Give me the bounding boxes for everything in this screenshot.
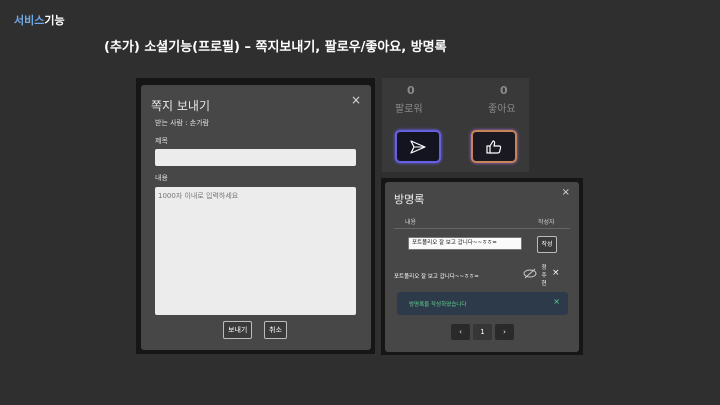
column-header-content: 내용 bbox=[405, 219, 417, 226]
pagination-next-button[interactable]: › bbox=[495, 324, 514, 340]
close-icon[interactable]: × bbox=[553, 297, 560, 306]
close-icon[interactable]: × bbox=[562, 187, 570, 198]
column-header-author: 작성자 bbox=[538, 219, 555, 226]
cancel-button[interactable]: 취소 bbox=[264, 321, 287, 339]
divider bbox=[394, 228, 570, 229]
write-button[interactable]: 작성 bbox=[537, 236, 557, 253]
guestbook-modal: 방명록 × 내용 작성자 포트폴리오 잘 보고 갑니다~~ㅎㅎ= 작성 포트폴리… bbox=[385, 182, 579, 352]
section-label: 서비스기능 bbox=[14, 12, 65, 28]
success-toast: 방명록을 작성하였습니다 × bbox=[397, 292, 568, 315]
subject-label: 제목 bbox=[155, 137, 168, 145]
followers-count: 0 bbox=[407, 84, 415, 97]
guestbook-entry-text: 포트폴리오 잘 보고 갑니다~~ㅎㅎ= bbox=[394, 274, 479, 280]
eye-slash-icon[interactable] bbox=[523, 268, 537, 279]
guestbook-title: 방명록 bbox=[394, 193, 425, 206]
send-message-button[interactable] bbox=[395, 130, 441, 163]
toast-message: 방명록을 작성하였습니다 bbox=[409, 302, 467, 308]
paper-plane-icon bbox=[410, 139, 426, 154]
pagination-prev-button[interactable]: ‹ bbox=[451, 324, 470, 340]
delete-icon[interactable]: × bbox=[552, 268, 560, 278]
content-label: 내용 bbox=[155, 174, 168, 182]
message-modal: 쪽지 보내기 × 받는 사람 : 손가람 제목 내용 보내기 취소 bbox=[141, 85, 371, 350]
page-title: (추가) 소셜기능(프로필) – 쪽지보내기, 팔로우/좋아요, 방명록 bbox=[104, 40, 447, 55]
guestbook-entry-author: 정주현 bbox=[541, 265, 547, 287]
content-textarea[interactable] bbox=[155, 187, 356, 315]
likes-count: 0 bbox=[500, 84, 508, 97]
thumbs-up-icon bbox=[486, 139, 502, 154]
recipient-text: 받는 사람 : 손가람 bbox=[155, 119, 210, 127]
close-icon[interactable]: × bbox=[351, 93, 361, 107]
section-label-part1: 서비스 bbox=[14, 14, 45, 27]
pagination-page-button[interactable]: 1 bbox=[473, 324, 492, 340]
profile-stats-panel: 0 팔로워 0 좋아요 bbox=[382, 78, 529, 172]
followers-label: 팔로워 bbox=[395, 104, 423, 115]
guestbook-input[interactable]: 포트폴리오 잘 보고 갑니다~~ㅎㅎ= bbox=[408, 237, 522, 250]
subject-input[interactable] bbox=[155, 149, 356, 166]
message-modal-title: 쪽지 보내기 bbox=[151, 99, 211, 113]
likes-label: 좋아요 bbox=[488, 104, 516, 115]
send-button[interactable]: 보내기 bbox=[223, 321, 253, 339]
like-button[interactable] bbox=[471, 130, 517, 163]
section-label-part2: 기능 bbox=[44, 14, 65, 27]
